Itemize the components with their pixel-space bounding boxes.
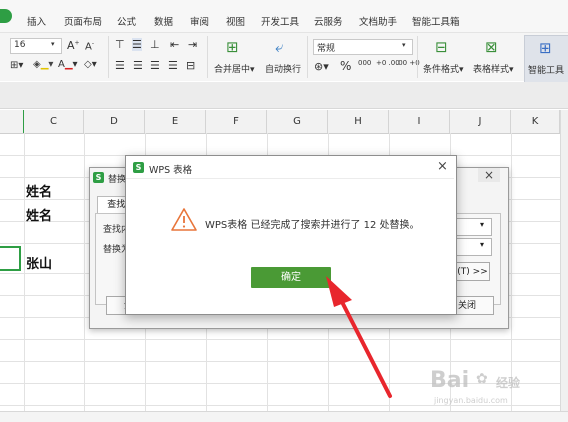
- number-format-value: 常规: [317, 44, 336, 54]
- menu-doc-assistant[interactable]: 文档助手: [359, 14, 397, 28]
- increase-font-icon[interactable]: A+: [67, 39, 80, 52]
- watermark-brand: Bai: [430, 368, 470, 393]
- chevron-down-icon: ▾: [480, 220, 485, 229]
- align-top-icon[interactable]: ⊤: [115, 38, 125, 51]
- conditional-format-label: 条件格式: [423, 65, 460, 75]
- merge-center-icon[interactable]: ⊞: [226, 38, 239, 56]
- menu-page-layout[interactable]: 页面布局: [64, 14, 102, 28]
- menu-review[interactable]: 审阅: [190, 14, 209, 28]
- column-header-g[interactable]: G: [267, 110, 328, 133]
- wps-icon: S: [133, 162, 144, 173]
- thousands-button[interactable]: 000: [358, 59, 371, 67]
- replace-close-icon[interactable]: ×: [478, 168, 500, 182]
- percent-button[interactable]: %: [340, 59, 351, 73]
- smart-tools-icon: ⊞: [539, 39, 552, 57]
- column-header-j[interactable]: J: [450, 110, 511, 133]
- table-style-label: 表格样式: [473, 65, 510, 75]
- auto-wrap-icon[interactable]: ⤶: [275, 38, 283, 56]
- vertical-scrollbar[interactable]: [560, 110, 568, 411]
- menu-cloud[interactable]: 云服务: [314, 14, 343, 28]
- auto-wrap-button[interactable]: 自动换行: [265, 62, 301, 75]
- indent-decrease-icon[interactable]: ⇤: [170, 38, 179, 51]
- number-format-select[interactable]: 常规 ▾: [313, 39, 413, 55]
- merge-center-button[interactable]: 合并居中▾: [214, 62, 255, 75]
- smart-tools-button[interactable]: ⊞ 智能工具: [524, 35, 568, 83]
- column-header-h[interactable]: H: [328, 110, 389, 133]
- distribute-icon[interactable]: ⊟: [186, 59, 195, 72]
- app-logo-icon[interactable]: [0, 9, 12, 23]
- indent-increase-icon[interactable]: ⇥: [188, 38, 197, 51]
- font-size-select[interactable]: 16 ▾: [10, 38, 62, 54]
- align-right-icon[interactable]: ☰: [150, 59, 160, 72]
- options-button[interactable]: (T) >>: [455, 262, 490, 281]
- table-style-button[interactable]: 表格样式▾: [473, 62, 514, 75]
- column-header-b[interactable]: [0, 110, 24, 133]
- menu-developer[interactable]: 开发工具: [261, 14, 299, 28]
- merge-center-label: 合并居中: [214, 65, 251, 75]
- menu-data[interactable]: 数据: [154, 14, 173, 28]
- replace-input[interactable]: ▾: [455, 238, 492, 256]
- watermark-url: jingyan.baidu.com: [434, 396, 508, 405]
- close-icon[interactable]: ×: [437, 159, 448, 174]
- warning-icon: [171, 208, 197, 231]
- column-header-c[interactable]: C: [24, 110, 84, 133]
- clear-format-icon[interactable]: ◇▾: [84, 59, 97, 70]
- alert-message: WPS表格 已经完成了搜索并进行了 12 处替换。: [205, 220, 420, 231]
- ok-button[interactable]: 确定: [251, 267, 331, 288]
- paw-icon: ✿: [476, 371, 488, 387]
- font-size-value: 16: [14, 40, 26, 50]
- conditional-format-icon[interactable]: ⊟: [435, 38, 448, 56]
- selected-cell[interactable]: [0, 246, 21, 271]
- menu-smart-toolbox[interactable]: 智能工具箱: [412, 14, 460, 28]
- align-center-icon[interactable]: ☰: [133, 59, 143, 72]
- table-style-icon[interactable]: ⊠: [485, 38, 498, 56]
- column-header-e[interactable]: E: [145, 110, 206, 133]
- alert-title: WPS 表格: [149, 165, 193, 176]
- align-left-icon[interactable]: ☰: [115, 59, 125, 72]
- wps-icon: S: [93, 172, 104, 183]
- border-icon[interactable]: ⊞▾: [10, 60, 23, 71]
- column-header-f[interactable]: F: [206, 110, 267, 133]
- chevron-down-icon: ▾: [480, 240, 485, 249]
- align-bottom-icon[interactable]: ⊥: [150, 38, 160, 51]
- conditional-format-button[interactable]: 条件格式▾: [423, 62, 464, 75]
- alert-dialog: [125, 155, 457, 315]
- justify-icon[interactable]: ☰: [168, 59, 178, 72]
- column-header-i[interactable]: I: [389, 110, 450, 133]
- chevron-down-icon: ▾: [402, 41, 406, 49]
- column-header-d[interactable]: D: [84, 110, 145, 133]
- smart-tools-label: 智能工具: [528, 66, 565, 76]
- cell-c-name-1[interactable]: 姓名: [26, 181, 52, 200]
- formula-bar[interactable]: [0, 82, 568, 109]
- find-input[interactable]: ▾: [455, 218, 492, 236]
- cell-c-zhangshan[interactable]: 张山: [26, 253, 52, 272]
- align-middle-icon[interactable]: ☰: [132, 38, 142, 51]
- cell-c-name-2[interactable]: 姓名: [26, 205, 52, 224]
- currency-icon[interactable]: ⊛▾: [314, 60, 329, 73]
- menu-view[interactable]: 视图: [226, 14, 245, 28]
- sheet-tab-bar: [0, 411, 568, 422]
- menu-insert[interactable]: 插入: [27, 14, 46, 28]
- watermark-suffix: 经验: [496, 376, 521, 390]
- fill-color-icon[interactable]: ◈▁▾: [33, 59, 53, 70]
- column-header-k[interactable]: K: [511, 110, 560, 133]
- font-color-icon[interactable]: A▁▾: [58, 59, 78, 70]
- chevron-down-icon: ▾: [51, 40, 55, 48]
- decrease-font-icon[interactable]: A-: [85, 40, 94, 52]
- menu-formula[interactable]: 公式: [117, 14, 136, 28]
- replace-dialog-title: 替换: [108, 175, 127, 185]
